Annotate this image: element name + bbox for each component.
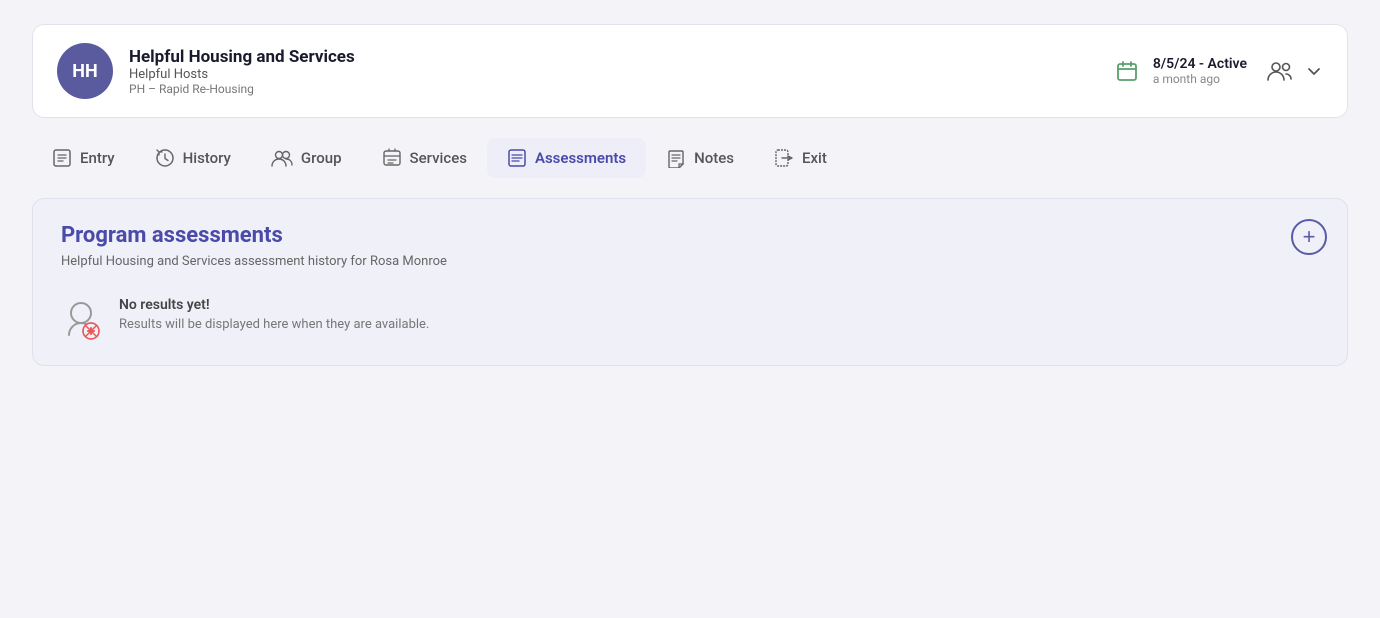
tab-group-label: Group (301, 149, 342, 167)
tab-history[interactable]: History (135, 138, 251, 178)
history-icon (155, 148, 175, 168)
assessments-icon (507, 148, 527, 168)
nav-tabs: Entry History (32, 138, 1348, 178)
header-card: HH Helpful Housing and Services Helpful … (32, 24, 1348, 118)
header-actions (1263, 56, 1323, 86)
no-results-text: No results yet! Results will be displaye… (119, 297, 429, 332)
tab-entry-label: Entry (80, 149, 115, 167)
status-info: 8/5/24 - Active a month ago (1111, 55, 1247, 87)
section-subtitle: Helpful Housing and Services assessment … (61, 254, 1319, 269)
entry-icon (52, 148, 72, 168)
org-info: Helpful Housing and Services Helpful Hos… (129, 47, 1063, 96)
tab-notes[interactable]: Notes (646, 138, 754, 178)
tab-group[interactable]: Group (251, 139, 362, 177)
content-card: Program assessments Helpful Housing and … (32, 198, 1348, 366)
status-text: 8/5/24 - Active a month ago (1153, 56, 1247, 86)
section-title: Program assessments (61, 223, 1319, 248)
services-icon (382, 148, 402, 168)
tab-assessments[interactable]: Assessments (487, 138, 646, 178)
people-icon[interactable] (1263, 56, 1297, 86)
no-results-subtitle: Results will be displayed here when they… (119, 317, 429, 332)
org-name: Helpful Housing and Services (129, 47, 1063, 67)
no-results-icon (61, 297, 105, 341)
tab-services-label: Services (410, 149, 467, 167)
tab-notes-label: Notes (694, 149, 734, 167)
status-date: 8/5/24 - Active (1153, 56, 1247, 72)
group-icon (271, 149, 293, 167)
no-results-title: No results yet! (119, 297, 429, 313)
tab-assessments-label: Assessments (535, 149, 626, 167)
tab-exit-label: Exit (802, 149, 827, 167)
no-results-container: No results yet! Results will be displaye… (61, 297, 1319, 341)
exit-icon (774, 148, 794, 168)
org-type: PH – Rapid Re-Housing (129, 82, 1063, 96)
tab-history-label: History (183, 149, 231, 167)
status-ago: a month ago (1153, 72, 1247, 86)
org-sub: Helpful Hosts (129, 67, 1063, 82)
tab-exit[interactable]: Exit (754, 138, 847, 178)
avatar: HH (57, 43, 113, 99)
calendar-icon (1111, 55, 1143, 87)
chevron-down-icon[interactable] (1305, 62, 1323, 80)
tab-services[interactable]: Services (362, 138, 487, 178)
tab-entry[interactable]: Entry (32, 138, 135, 178)
add-assessment-button[interactable]: + (1291, 219, 1327, 255)
notes-icon (666, 148, 686, 168)
